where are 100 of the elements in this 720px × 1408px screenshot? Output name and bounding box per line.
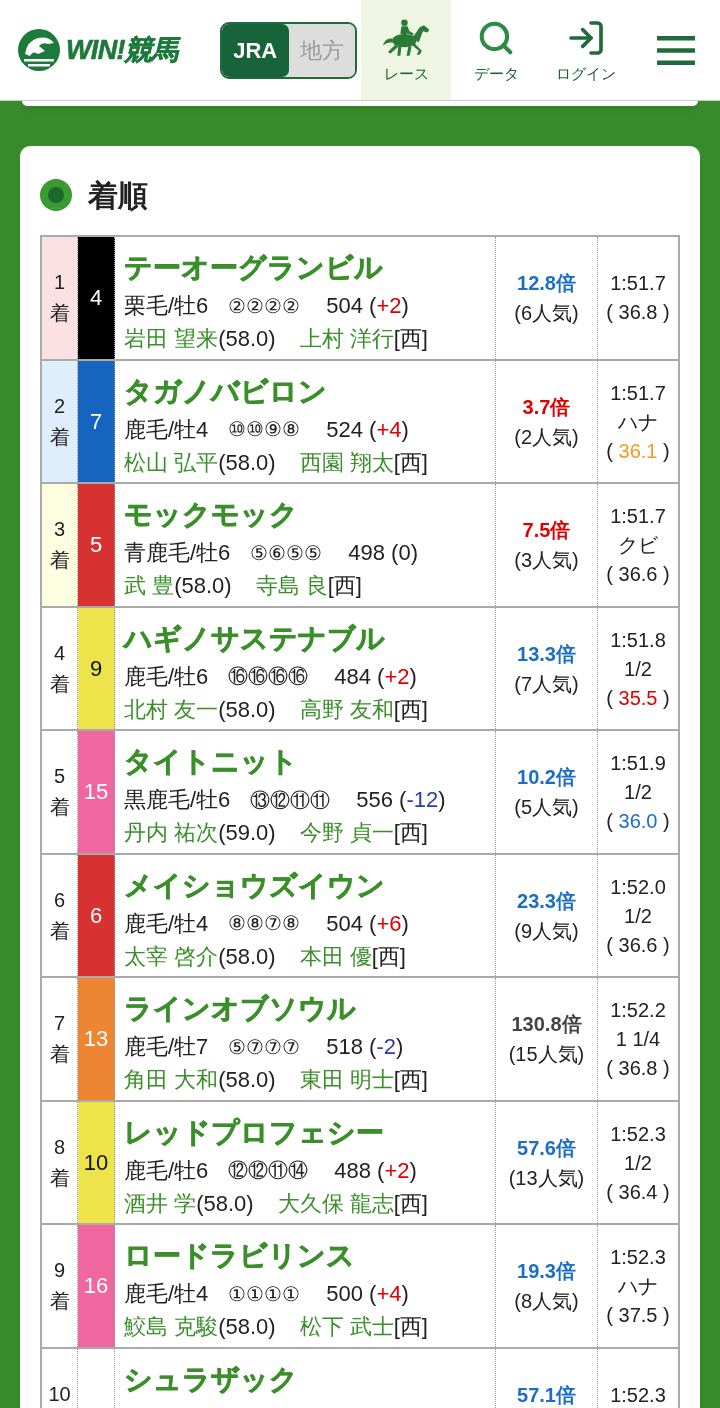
popularity: (6人気) bbox=[514, 301, 579, 326]
finish-time: 1:51.7 bbox=[610, 271, 666, 296]
horse-name-link[interactable]: ラインオブソウル bbox=[124, 988, 356, 1030]
jockey-link[interactable]: 太宰 啓介 bbox=[124, 939, 219, 973]
nav-tab[interactable]: レース bbox=[361, 0, 451, 100]
trainer-link[interactable]: 高野 友和 bbox=[299, 692, 394, 726]
horse-name-link[interactable]: タイトニット bbox=[124, 741, 298, 783]
body-weight: 488 bbox=[334, 1156, 372, 1185]
body-weight: 498 bbox=[348, 539, 386, 567]
corner-positions: ⑤⑥⑤⑤ bbox=[250, 540, 323, 566]
trainer-link[interactable]: 上村 洋行 bbox=[299, 322, 394, 355]
trainer-link[interactable]: 西園 翔太 bbox=[299, 445, 394, 479]
odds: 57.1倍 bbox=[517, 1382, 576, 1408]
jockey-link[interactable]: 角田 大和 bbox=[124, 1063, 219, 1096]
weight-change: (+2) bbox=[369, 292, 409, 320]
finish-time: 1:52.3 bbox=[610, 1382, 666, 1408]
carried-weight: (58.0) bbox=[218, 695, 276, 724]
horse-name-link[interactable]: レッドプロフェシー bbox=[124, 1111, 384, 1154]
finish-time: 1:52.3 bbox=[610, 1121, 666, 1147]
coat-sex-age: 栗毛/牡6 bbox=[124, 292, 209, 320]
horse-name-link[interactable]: テーオーグランビル bbox=[124, 247, 383, 289]
horse-name-link[interactable]: シュラザック bbox=[124, 1358, 298, 1401]
horse-number-cell: 7 bbox=[78, 360, 115, 482]
weight-change: (+2) bbox=[377, 662, 417, 691]
horse-name-link[interactable]: メイショウズイウン bbox=[124, 864, 385, 907]
margin: 1/2 bbox=[624, 656, 652, 682]
horse-name-link[interactable]: ハギノサステナブル bbox=[124, 617, 385, 660]
trainer-link[interactable]: 松下 武士 bbox=[299, 1310, 394, 1343]
odds: 19.3倍 bbox=[517, 1259, 576, 1284]
league-tab[interactable]: JRA bbox=[222, 23, 289, 77]
trainer-region: [西] bbox=[327, 572, 362, 600]
popularity: (7人気) bbox=[514, 671, 579, 697]
jockey-link[interactable]: 岩田 望来 bbox=[124, 322, 219, 355]
trainer-region: [西] bbox=[393, 448, 428, 477]
finish-time: 1:52.2 bbox=[610, 998, 666, 1023]
horse-name-link[interactable]: ロードラビリンス bbox=[124, 1235, 355, 1277]
margin: クビ bbox=[618, 533, 658, 558]
jockey-link[interactable]: 武 豊 bbox=[124, 569, 175, 602]
trainer-link[interactable]: 今野 貞一 bbox=[299, 816, 394, 849]
trainer-link[interactable]: 大久保 龍志 bbox=[277, 1186, 394, 1220]
odds: 13.3倍 bbox=[517, 641, 576, 667]
menu-icon[interactable] bbox=[657, 35, 695, 65]
odds: 10.2倍 bbox=[517, 765, 576, 790]
odds: 130.8倍 bbox=[511, 1012, 582, 1037]
finish-time: 1:52.0 bbox=[610, 874, 666, 900]
finish-time: 1:51.8 bbox=[610, 627, 666, 653]
horse-name-link[interactable]: モックモック bbox=[124, 494, 298, 536]
trainer-link[interactable]: 寺島 良 bbox=[255, 569, 328, 602]
trainer-link[interactable]: 本田 優 bbox=[299, 939, 372, 973]
horse-logo-icon bbox=[18, 29, 60, 71]
weight-change: (-2) bbox=[369, 1033, 404, 1061]
margin: 1/2 bbox=[624, 903, 652, 929]
last-3f-time: ( 36.6 ) bbox=[606, 562, 670, 587]
horse-number-cell: 4 bbox=[78, 237, 115, 359]
jockey-link[interactable]: 鮫島 克駿 bbox=[124, 1310, 219, 1343]
odds: 12.8倍 bbox=[517, 271, 576, 296]
body-weight: 504 bbox=[326, 909, 364, 938]
horse-number-cell: 13 bbox=[78, 978, 115, 1100]
popularity: (15人気) bbox=[508, 1042, 585, 1067]
trainer-region: [西] bbox=[393, 695, 428, 724]
dot-icon bbox=[40, 179, 72, 211]
jockey-link[interactable]: 酒井 学 bbox=[124, 1186, 197, 1220]
jockey-link[interactable]: 北村 友一 bbox=[124, 692, 219, 726]
popularity: (9人気) bbox=[514, 918, 579, 944]
horse-number-cell: 6 bbox=[78, 854, 115, 976]
body-weight: 484 bbox=[334, 662, 372, 691]
rank-cell: 1 着 bbox=[42, 237, 78, 359]
body-weight: 524 bbox=[326, 415, 364, 444]
carried-weight: (58.0) bbox=[218, 942, 276, 971]
weight-change: (+4) bbox=[369, 415, 409, 444]
last-3f-time: ( 37.5 ) bbox=[606, 1303, 670, 1328]
corner-positions: ⑬⑫⑪⑪ bbox=[250, 787, 331, 813]
jockey-link[interactable]: 松山 弘平 bbox=[124, 445, 219, 479]
popularity: (5人気) bbox=[514, 795, 579, 820]
coat-sex-age: 青鹿毛/牡6 bbox=[124, 539, 231, 567]
last-3f-time: ( 36.0 ) bbox=[606, 809, 670, 834]
body-weight: 500 bbox=[326, 1280, 364, 1308]
last-3f-time: ( 36.8 ) bbox=[606, 1056, 670, 1081]
margin: 1 1/4 bbox=[615, 1027, 661, 1052]
coat-sex-age: 鹿毛/牡6 bbox=[124, 1156, 209, 1185]
corner-positions: ⑩⑩⑨⑧ bbox=[228, 417, 301, 442]
finish-time: 1:51.7 bbox=[610, 504, 666, 529]
horse-number-cell: 9 bbox=[78, 607, 115, 729]
corner-positions: ⑯⑯⑯⑯ bbox=[228, 664, 309, 689]
trainer-link[interactable]: 東田 明士 bbox=[299, 1063, 394, 1096]
trainer-region: [西] bbox=[393, 1066, 428, 1094]
last-3f-time: ( 36.1 ) bbox=[606, 438, 670, 464]
rank-cell: 2 着 bbox=[42, 360, 78, 482]
carried-weight: (58.0) bbox=[218, 1066, 276, 1094]
carried-weight: (58.0) bbox=[218, 1313, 276, 1341]
horse-name-link[interactable]: タガノバビロン bbox=[124, 370, 327, 413]
trainer-region: [西] bbox=[371, 942, 406, 971]
popularity: (2人気) bbox=[514, 424, 579, 450]
odds: 23.3倍 bbox=[517, 888, 576, 914]
jockey-link[interactable]: 丹内 祐次 bbox=[124, 816, 219, 849]
coat-sex-age: 鹿毛/牡4 bbox=[124, 909, 209, 938]
horse-number-cell: 10 bbox=[78, 1101, 115, 1223]
odds: 7.5倍 bbox=[522, 518, 571, 543]
horse-rider-icon bbox=[382, 19, 430, 57]
weight-change: (-12) bbox=[399, 786, 446, 814]
